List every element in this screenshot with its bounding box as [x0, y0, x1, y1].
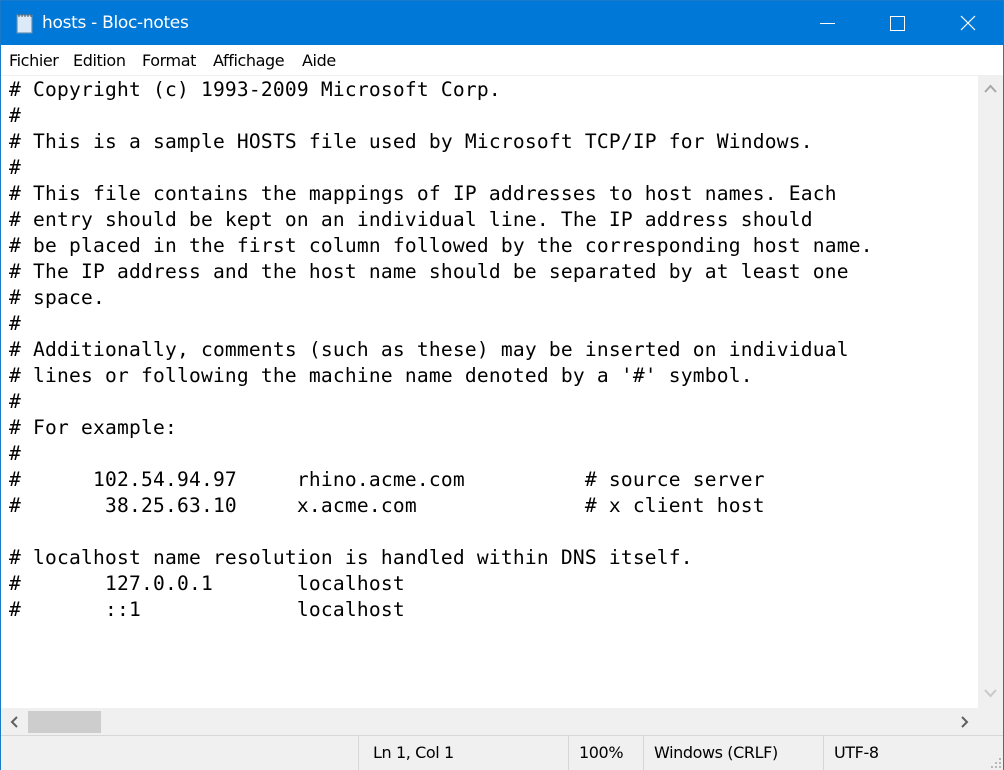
maximize-icon: [890, 16, 905, 31]
encoding: UTF-8: [823, 736, 1003, 770]
editor-content[interactable]: # Copyright (c) 1993-2009 Microsoft Corp…: [9, 77, 873, 623]
menu-affichage[interactable]: Affichage: [213, 51, 285, 70]
menu-edition[interactable]: Edition: [73, 51, 126, 70]
menu-bar: Fichier Edition Format Affichage Aide: [1, 45, 1003, 76]
cursor-position: Ln 1, Col 1: [358, 736, 568, 770]
line-ending: Windows (CRLF): [643, 736, 823, 770]
horizontal-scrollbar[interactable]: [1, 708, 978, 735]
window-title: hosts - Bloc-notes: [42, 13, 189, 33]
text-editor[interactable]: # Copyright (c) 1993-2009 Microsoft Corp…: [1, 76, 978, 708]
scroll-left-icon[interactable]: [10, 716, 19, 728]
vertical-scrollbar[interactable]: [978, 76, 1003, 708]
minimize-button[interactable]: [804, 1, 850, 45]
notepad-window: hosts - Bloc-notes Fichier Edition Forma…: [0, 0, 1004, 770]
status-bar: Ln 1, Col 1 100% Windows (CRLF) UTF-8: [1, 735, 1003, 770]
scroll-down-icon[interactable]: [984, 689, 997, 698]
maximize-button[interactable]: [874, 1, 920, 45]
scroll-up-icon[interactable]: [984, 84, 997, 93]
zoom-level: 100%: [568, 736, 643, 770]
close-icon: [960, 15, 976, 31]
scroll-right-icon[interactable]: [960, 716, 969, 728]
scrollbar-corner: [978, 708, 1003, 735]
notepad-app-icon: [15, 12, 35, 34]
horizontal-scroll-thumb[interactable]: [28, 711, 101, 733]
menu-format[interactable]: Format: [142, 51, 196, 70]
resize-grip-icon[interactable]: [991, 758, 1001, 768]
minimize-icon: [820, 23, 835, 24]
title-bar[interactable]: hosts - Bloc-notes: [1, 1, 1003, 45]
menu-fichier[interactable]: Fichier: [9, 51, 59, 70]
close-button[interactable]: [945, 1, 991, 45]
menu-aide[interactable]: Aide: [302, 51, 336, 70]
